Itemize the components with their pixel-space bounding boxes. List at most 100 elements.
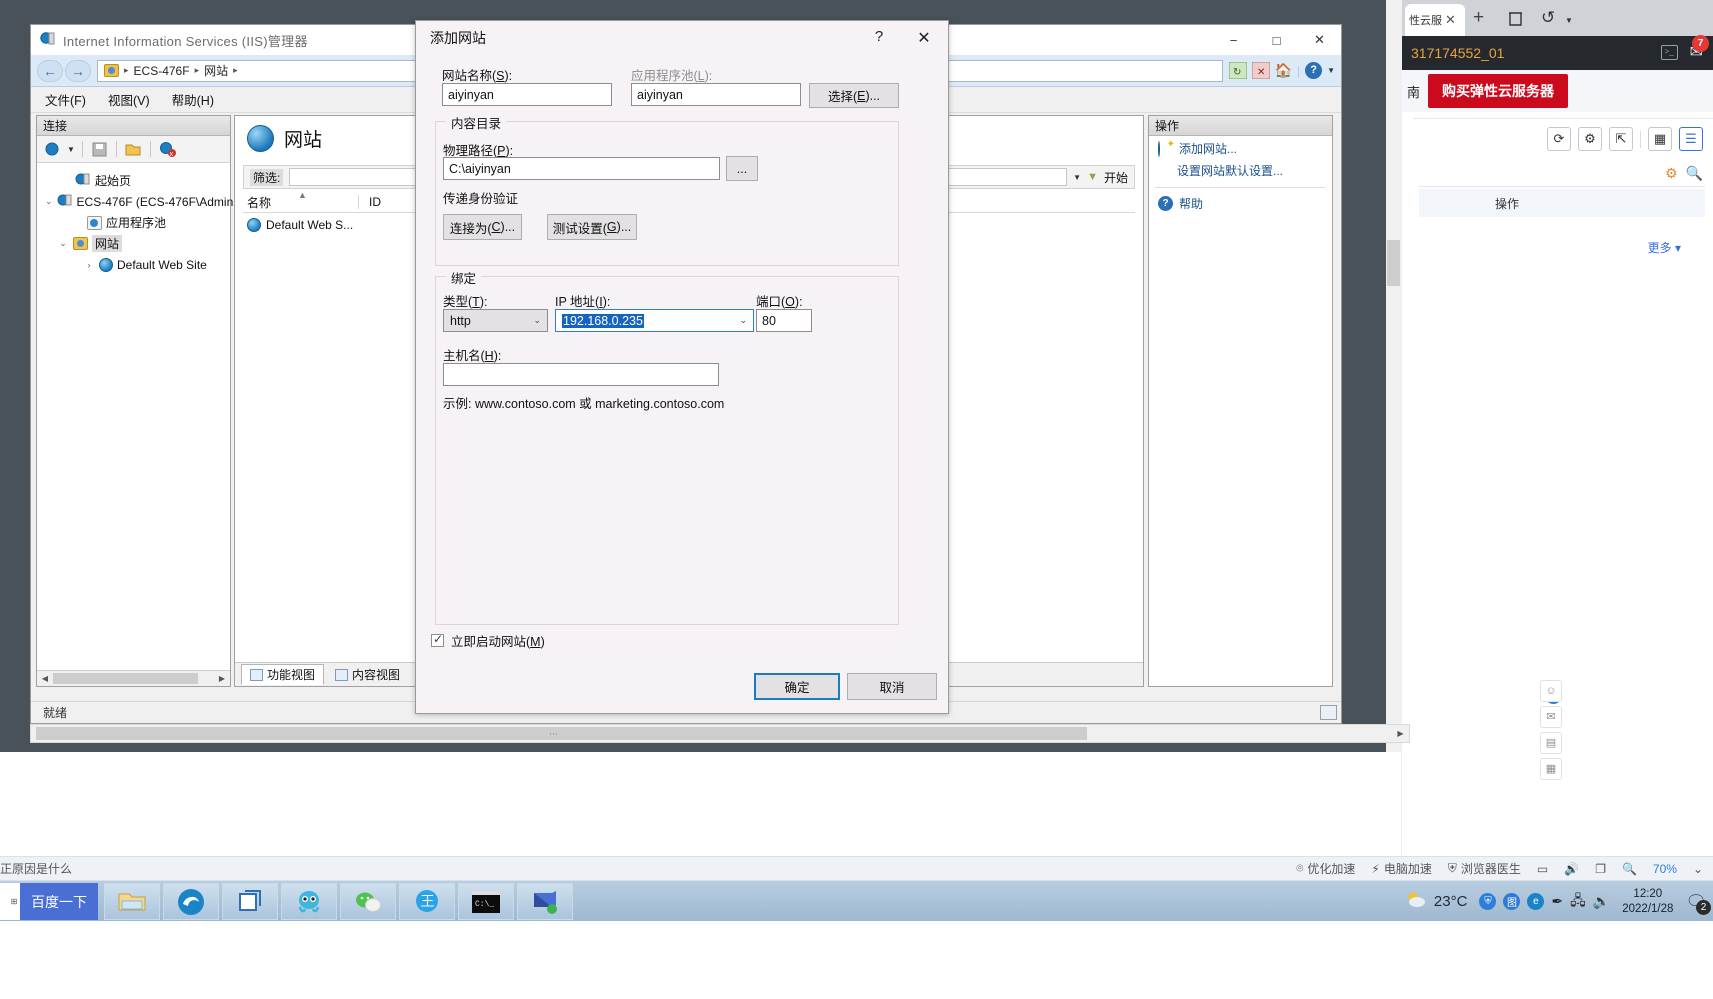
taskbar-wangwang[interactable]: 王	[399, 883, 455, 920]
volume-icon[interactable]: 🔊	[1593, 893, 1610, 910]
resize-grip[interactable]	[1320, 705, 1337, 720]
zoom-level[interactable]: 70%	[1653, 862, 1677, 876]
chevron-down-icon[interactable]: ▼	[67, 145, 75, 154]
close-button[interactable]: ✕	[1298, 25, 1341, 55]
tree-item-server[interactable]: ⌄ ECS-476F (ECS-476F\Admin	[45, 191, 233, 212]
menu-item-help[interactable]: 帮助(H)	[172, 90, 214, 109]
tab-features-view[interactable]: 功能视图	[241, 664, 325, 685]
help-icon[interactable]: ?	[1305, 62, 1323, 79]
taskbar-edge-browser[interactable]	[163, 883, 219, 920]
column-header-name[interactable]: 名称 ▲	[243, 190, 358, 211]
search-icon[interactable]: 🔍	[1686, 165, 1703, 182]
taskbar-baidu-button[interactable]: 百度一下	[20, 883, 98, 920]
tree-expander[interactable]: ⌄	[57, 238, 69, 249]
scroll-right-arrow-icon[interactable]: ▶	[1392, 725, 1409, 742]
outer-hscrollbar-thumb[interactable]	[36, 727, 1087, 740]
more-link[interactable]: 更多 ▾	[1648, 239, 1681, 256]
export-icon[interactable]: ⇱	[1609, 127, 1633, 151]
tree-item-app-pools[interactable]: 应用程序池	[45, 212, 230, 233]
column-settings-icon[interactable]: ⚙	[1665, 165, 1678, 182]
close-icon[interactable]: ✕	[1445, 12, 1456, 28]
save-icon[interactable]	[90, 140, 109, 159]
tree-item-start-page[interactable]: 起始页	[45, 170, 230, 191]
taskbar-virtualbox[interactable]	[222, 883, 278, 920]
menu-item-file[interactable]: 文件(F)	[45, 90, 86, 109]
maximize-button[interactable]: □	[1255, 25, 1298, 55]
host-name-input[interactable]	[443, 363, 719, 386]
ok-button[interactable]: 确定	[754, 673, 840, 700]
optimize-accelerate-item[interactable]: ⌾ 优化加速	[1296, 860, 1355, 877]
binding-type-select[interactable]: http ⌄	[443, 309, 548, 332]
new-tab-button[interactable]: +	[1473, 8, 1484, 28]
close-icon[interactable]: ✕	[908, 26, 940, 52]
taskbar-file-explorer[interactable]	[104, 883, 160, 920]
select-app-pool-button[interactable]: 选择(E)...	[809, 83, 899, 108]
browser-address-bar[interactable]: 317174552_01 >_ ✉ 7	[1401, 35, 1713, 70]
input-method-icon[interactable]: 图	[1503, 893, 1521, 910]
action-help[interactable]: ? 帮助	[1149, 191, 1332, 216]
browser-tab[interactable]: 性云服 ✕	[1405, 4, 1465, 36]
buy-server-button[interactable]: 购买弹性云服务器	[1428, 74, 1569, 108]
collections-icon[interactable]	[1507, 9, 1524, 27]
terminal-icon[interactable]: >_	[1660, 44, 1678, 60]
rail-icon-3[interactable]: ▤	[1540, 732, 1562, 754]
scroll-right-arrow-icon[interactable]: ▶	[215, 672, 229, 685]
chevron-down-icon[interactable]: ▼	[1565, 16, 1573, 25]
physical-path-input[interactable]: C:\aiyinyan	[443, 157, 720, 180]
breadcrumb-item-server[interactable]: ECS-476F	[134, 64, 190, 78]
refresh-icon[interactable]: ↻	[1228, 61, 1248, 80]
history-undo-icon[interactable]: ↺	[1541, 8, 1555, 28]
action-set-site-defaults[interactable]: 设置网站默认设置...	[1149, 161, 1332, 184]
app-pool-input[interactable]: aiyinyan	[631, 83, 801, 106]
disconnect-icon[interactable]: x	[158, 140, 177, 159]
checkbox-icon[interactable]	[431, 632, 444, 647]
back-button[interactable]: ←	[37, 59, 63, 82]
outer-vscrollbar[interactable]	[1386, 0, 1401, 752]
tree-item-sites[interactable]: ⌄ 网站	[45, 233, 230, 254]
site-name-input[interactable]: aiyinyan	[442, 83, 612, 106]
minimize-button[interactable]: −	[1212, 25, 1255, 55]
menu-item-view[interactable]: 视图(V)	[108, 90, 150, 109]
taskbar-command-prompt[interactable]: C:\_	[458, 883, 514, 920]
stop-icon[interactable]: ✕	[1251, 61, 1271, 80]
pen-icon[interactable]: ✒	[1551, 893, 1563, 910]
refresh-icon[interactable]: ⟳	[1547, 127, 1571, 151]
dialog-title-bar[interactable]: 添加网站 ? ✕	[416, 21, 948, 55]
home-icon[interactable]: 🏠	[1275, 62, 1292, 79]
tree-expander[interactable]: ⌄	[45, 196, 53, 207]
clock[interactable]: 12:20 2022/1/28	[1622, 887, 1673, 917]
grid-view-icon[interactable]: ▦	[1648, 127, 1672, 151]
column-header-id[interactable]: ID	[359, 195, 381, 209]
scroll-left-arrow-icon[interactable]: ◀	[38, 672, 52, 685]
test-settings-button[interactable]: 测试设置(G)...	[547, 214, 637, 240]
cancel-button[interactable]: 取消	[847, 673, 937, 700]
port-input[interactable]: 80	[756, 309, 812, 332]
rail-icon-2[interactable]: ✉	[1540, 706, 1562, 728]
help-icon[interactable]: ?	[866, 28, 892, 45]
edge-icon[interactable]: e	[1527, 893, 1545, 910]
zoom-caret-icon[interactable]: ⌄	[1693, 862, 1703, 876]
outer-hscrollbar[interactable]: ◀ ⋯ ▶	[30, 724, 1410, 743]
outer-vscrollbar-thumb[interactable]	[1387, 240, 1400, 286]
tree-item-default-web-site[interactable]: › Default Web Site	[45, 254, 230, 275]
connect-globe-icon[interactable]	[43, 140, 62, 159]
search-icon[interactable]: 🔍	[1622, 862, 1637, 876]
volume-icon[interactable]: 🔊	[1564, 862, 1579, 876]
connections-hscrollbar[interactable]: ◀ ▶	[37, 670, 230, 686]
open-folder-icon[interactable]	[124, 140, 143, 159]
rail-icon-4[interactable]: ▦	[1540, 758, 1562, 780]
screenshot-icon[interactable]: ▭	[1537, 862, 1548, 876]
action-add-website[interactable]: ✦ 添加网站...	[1149, 136, 1332, 161]
go-button[interactable]: 开始	[1104, 169, 1128, 186]
pc-accelerate-item[interactable]: ⚡ 电脑加速	[1371, 860, 1431, 877]
ip-address-select[interactable]: 192.168.0.235 ⌄	[555, 309, 754, 332]
breadcrumb-item-sites[interactable]: 网站	[204, 62, 228, 79]
tab-content-view[interactable]: 内容视图	[326, 664, 409, 685]
taskbar-octopus-app[interactable]	[281, 883, 337, 920]
scrollbar-thumb[interactable]	[53, 673, 198, 684]
window-icon[interactable]: ❐	[1595, 862, 1606, 876]
taskbar-remote-desktop[interactable]	[517, 883, 573, 920]
notification-center-icon[interactable]: 🗨 2	[1685, 892, 1711, 915]
mail-icon[interactable]: ✉ 7	[1690, 35, 1709, 62]
chevron-down-icon[interactable]: ▼	[1327, 66, 1335, 75]
